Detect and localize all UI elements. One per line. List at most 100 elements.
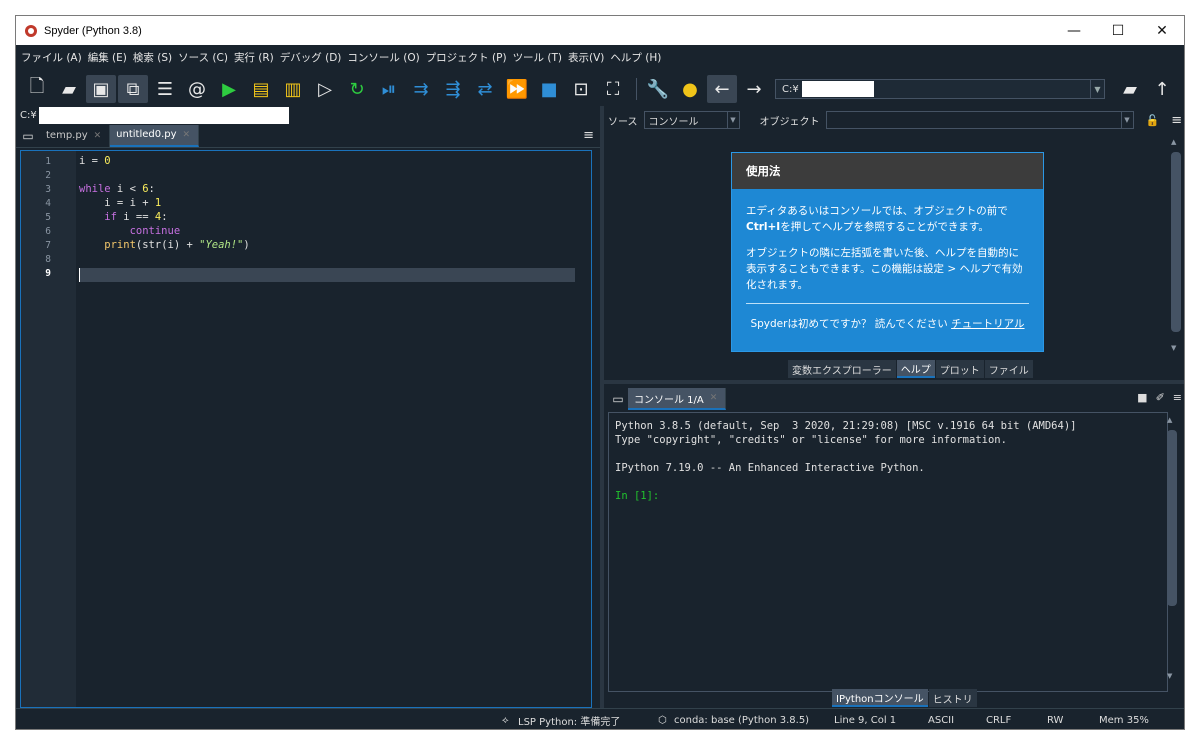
menu-view[interactable]: 表示(V) bbox=[568, 50, 604, 65]
code-editor[interactable]: 1 2 3 4 5 6 7 8 9 i = 0 while i < 6: i =… bbox=[20, 150, 592, 708]
lsp-status[interactable]: LSP Python: 準備完了 bbox=[518, 713, 620, 728]
list-icon[interactable]: ☰ bbox=[150, 75, 180, 103]
chevron-down-icon[interactable]: ▼ bbox=[726, 112, 739, 128]
step-return-icon[interactable]: ⇄ bbox=[470, 75, 500, 103]
console-scrollbar[interactable]: ▲ ▼ bbox=[1166, 416, 1178, 682]
working-directory-combo[interactable]: C:¥ ▼ bbox=[775, 79, 1105, 99]
save-all-icon[interactable]: ⧉ bbox=[118, 75, 148, 103]
close-button[interactable]: ✕ bbox=[1140, 16, 1184, 45]
run-selection-icon[interactable]: ▷ bbox=[310, 75, 340, 103]
scrollbar-thumb[interactable] bbox=[1171, 152, 1181, 332]
chevron-down-icon[interactable]: ▼ bbox=[1090, 80, 1104, 98]
status-bar: ⟡ LSP Python: 準備完了 ⬡ conda: base (Python… bbox=[16, 708, 1184, 729]
hamburger-menu-icon[interactable]: ≡ bbox=[583, 128, 594, 143]
close-tab-icon[interactable]: ✕ bbox=[710, 393, 718, 403]
object-combo[interactable]: ▼ bbox=[825, 111, 1134, 129]
chevron-down-icon[interactable]: ▼ bbox=[1167, 672, 1172, 680]
working-directory-text: C:¥ bbox=[782, 83, 799, 95]
step-into-icon[interactable]: ⇶ bbox=[438, 75, 468, 103]
spyder-app-icon bbox=[25, 24, 37, 37]
toolbar-separator bbox=[636, 78, 637, 100]
menu-file[interactable]: ファイル (A) bbox=[21, 50, 82, 65]
usage-title: 使用法 bbox=[732, 153, 1043, 189]
tab-untitled0-py[interactable]: untitled0.py ✕ bbox=[110, 124, 200, 147]
help-toolbar: ソース コンソール ▼ オブジェクト ▼ 🔓 ≡ bbox=[608, 110, 1184, 130]
chevron-up-icon[interactable]: ▲ bbox=[1171, 138, 1176, 146]
hamburger-menu-icon[interactable]: ≡ bbox=[1173, 391, 1182, 404]
help-scrollbar[interactable]: ▲ ▼ bbox=[1170, 136, 1182, 356]
stop-kernel-icon[interactable]: ■ bbox=[1137, 391, 1147, 404]
menu-search[interactable]: 検索 (S) bbox=[133, 50, 172, 65]
tab-plots[interactable]: プロット bbox=[935, 360, 984, 378]
vertical-splitter[interactable] bbox=[600, 106, 604, 708]
tab-console-1a[interactable]: コンソール 1/A ✕ bbox=[628, 388, 727, 410]
parent-directory-icon[interactable]: ↑ bbox=[1147, 75, 1177, 103]
wrench-icon[interactable]: 🔧 bbox=[643, 75, 673, 103]
run-cell-icon[interactable]: ▤ bbox=[246, 75, 276, 103]
open-folder-icon[interactable]: ▰ bbox=[54, 75, 84, 103]
console-line: Python 3.8.5 (default, Sep 3 2020, 21:29… bbox=[615, 420, 1077, 432]
at-icon[interactable]: @ bbox=[182, 75, 212, 103]
menu-bar: ファイル (A) 編集 (E) 検索 (S) ソース (C) 実行 (R) デバ… bbox=[16, 45, 1184, 70]
new-file-icon[interactable]: 🗋 bbox=[22, 75, 52, 103]
eraser-icon[interactable]: ✐ bbox=[1156, 391, 1165, 404]
close-tab-icon[interactable]: ✕ bbox=[183, 130, 191, 140]
browse-folder-icon[interactable]: ▰ bbox=[1115, 75, 1145, 103]
menu-run[interactable]: 実行 (R) bbox=[234, 50, 274, 65]
run-icon[interactable]: ▶ bbox=[214, 75, 244, 103]
current-line-highlight bbox=[79, 268, 575, 282]
object-label: オブジェクト bbox=[759, 116, 820, 128]
debug-icon[interactable]: ⏯ bbox=[374, 75, 404, 103]
rerun-icon[interactable]: ↻ bbox=[342, 75, 372, 103]
tab-ipython-console[interactable]: IPythonコンソール bbox=[832, 689, 928, 707]
maximize-pane-icon[interactable]: ⊡ bbox=[566, 75, 596, 103]
editor-path-text: C:¥ bbox=[20, 109, 37, 121]
hamburger-menu-icon[interactable]: ≡ bbox=[1171, 113, 1182, 128]
lock-icon[interactable]: 🔓 bbox=[1146, 114, 1160, 127]
forward-arrow-icon[interactable]: → bbox=[739, 75, 769, 103]
run-cell-advance-icon[interactable]: ▥ bbox=[278, 75, 308, 103]
tab-history[interactable]: ヒストリ bbox=[928, 689, 977, 707]
step-icon[interactable]: ⇉ bbox=[406, 75, 436, 103]
tab-help[interactable]: ヘルプ bbox=[896, 360, 935, 378]
console-line: IPython 7.19.0 -- An Enhanced Interactiv… bbox=[615, 462, 925, 474]
chevron-down-icon[interactable]: ▼ bbox=[1171, 344, 1176, 352]
close-tab-icon[interactable]: ✕ bbox=[94, 131, 102, 141]
minimize-button[interactable]: — bbox=[1052, 16, 1096, 45]
maximize-button[interactable]: ☐ bbox=[1096, 16, 1140, 45]
continue-icon[interactable]: ⏩ bbox=[502, 75, 532, 103]
editor-scrollbar[interactable] bbox=[579, 151, 591, 707]
browse-tabs-icon[interactable]: ▭ bbox=[608, 392, 628, 406]
menu-edit[interactable]: 編集 (E) bbox=[88, 50, 127, 65]
ipython-console[interactable]: Python 3.8.5 (default, Sep 3 2020, 21:29… bbox=[608, 412, 1168, 692]
window-title: Spyder (Python 3.8) bbox=[44, 24, 142, 37]
browse-tabs-icon[interactable]: ▭ bbox=[16, 129, 40, 143]
scrollbar-thumb[interactable] bbox=[1167, 430, 1177, 606]
conda-env-status[interactable]: conda: base (Python 3.8.5) bbox=[674, 715, 809, 726]
back-arrow-icon[interactable]: ← bbox=[707, 75, 737, 103]
current-line-number: 9 bbox=[45, 268, 51, 279]
chevron-up-icon[interactable]: ▲ bbox=[1167, 416, 1172, 424]
chevron-down-icon[interactable]: ▼ bbox=[1120, 112, 1133, 128]
line-number: 5 bbox=[45, 212, 51, 223]
tab-temp-py[interactable]: temp.py ✕ bbox=[40, 124, 111, 147]
menu-help[interactable]: ヘルプ (H) bbox=[610, 50, 661, 65]
tutorial-link[interactable]: チュートリアル bbox=[951, 318, 1024, 330]
menu-source[interactable]: ソース (C) bbox=[178, 50, 228, 65]
python-icon[interactable]: ● bbox=[675, 75, 705, 103]
menu-debug[interactable]: デバッグ (D) bbox=[280, 50, 342, 65]
horizontal-splitter[interactable] bbox=[604, 380, 1184, 384]
tab-files[interactable]: ファイル bbox=[984, 360, 1033, 378]
code-line-1: i = 0 bbox=[79, 155, 111, 167]
stop-icon[interactable]: ■ bbox=[534, 75, 564, 103]
save-icon[interactable]: ▣ bbox=[86, 75, 116, 103]
fullscreen-icon[interactable]: ⛶ bbox=[598, 75, 628, 103]
menu-tools[interactable]: ツール (T) bbox=[513, 50, 562, 65]
menu-console[interactable]: コンソール (O) bbox=[347, 50, 419, 65]
usage-paragraph-1: エディタあるいはコンソールでは、オブジェクトの前でCtrl+Iを押してヘルプを参… bbox=[746, 205, 1008, 233]
source-combo[interactable]: コンソール ▼ bbox=[643, 111, 740, 129]
tab-variable-explorer[interactable]: 変数エクスプローラー bbox=[788, 360, 896, 378]
tab-label: temp.py bbox=[46, 130, 88, 141]
menu-project[interactable]: プロジェクト (P) bbox=[426, 50, 507, 65]
main-toolbar: 🗋 ▰ ▣ ⧉ ☰ @ ▶ ▤ ▥ ▷ ↻ ⏯ ⇉ ⇶ ⇄ ⏩ ■ ⊡ ⛶ 🔧 … bbox=[16, 72, 1184, 106]
